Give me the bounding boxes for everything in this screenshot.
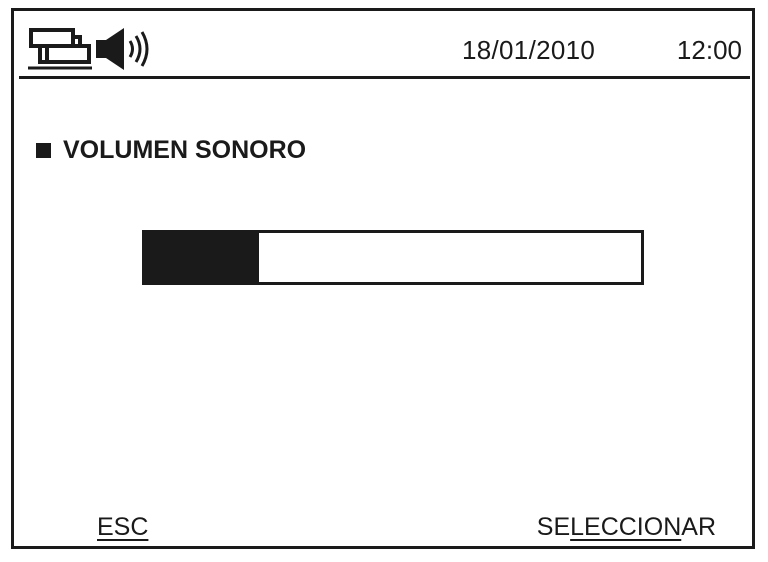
select-softkey-part: SE [536, 513, 571, 541]
select-softkey[interactable]: SELECCIONAR [537, 512, 716, 542]
date-display: 18/01/2010 [462, 35, 596, 65]
speaker-icon [96, 28, 149, 70]
time-display: 12:00 [676, 35, 742, 65]
square-bullet-icon [36, 143, 51, 158]
section-title: VOLUMEN SONORO [63, 136, 307, 164]
select-softkey-part: AR [681, 513, 716, 541]
volume-slider[interactable] [142, 230, 644, 285]
network-icon [28, 28, 92, 70]
esc-softkey[interactable]: ESC [97, 512, 156, 542]
status-icons [28, 25, 152, 73]
select-softkey-underlined-part: LECCION [570, 513, 682, 541]
volume-level-fill [145, 233, 260, 282]
section-heading: VOLUMEN SONORO [36, 136, 306, 165]
status-bar: 18/01/2010 12:00 [28, 21, 750, 79]
header-divider [19, 76, 750, 79]
